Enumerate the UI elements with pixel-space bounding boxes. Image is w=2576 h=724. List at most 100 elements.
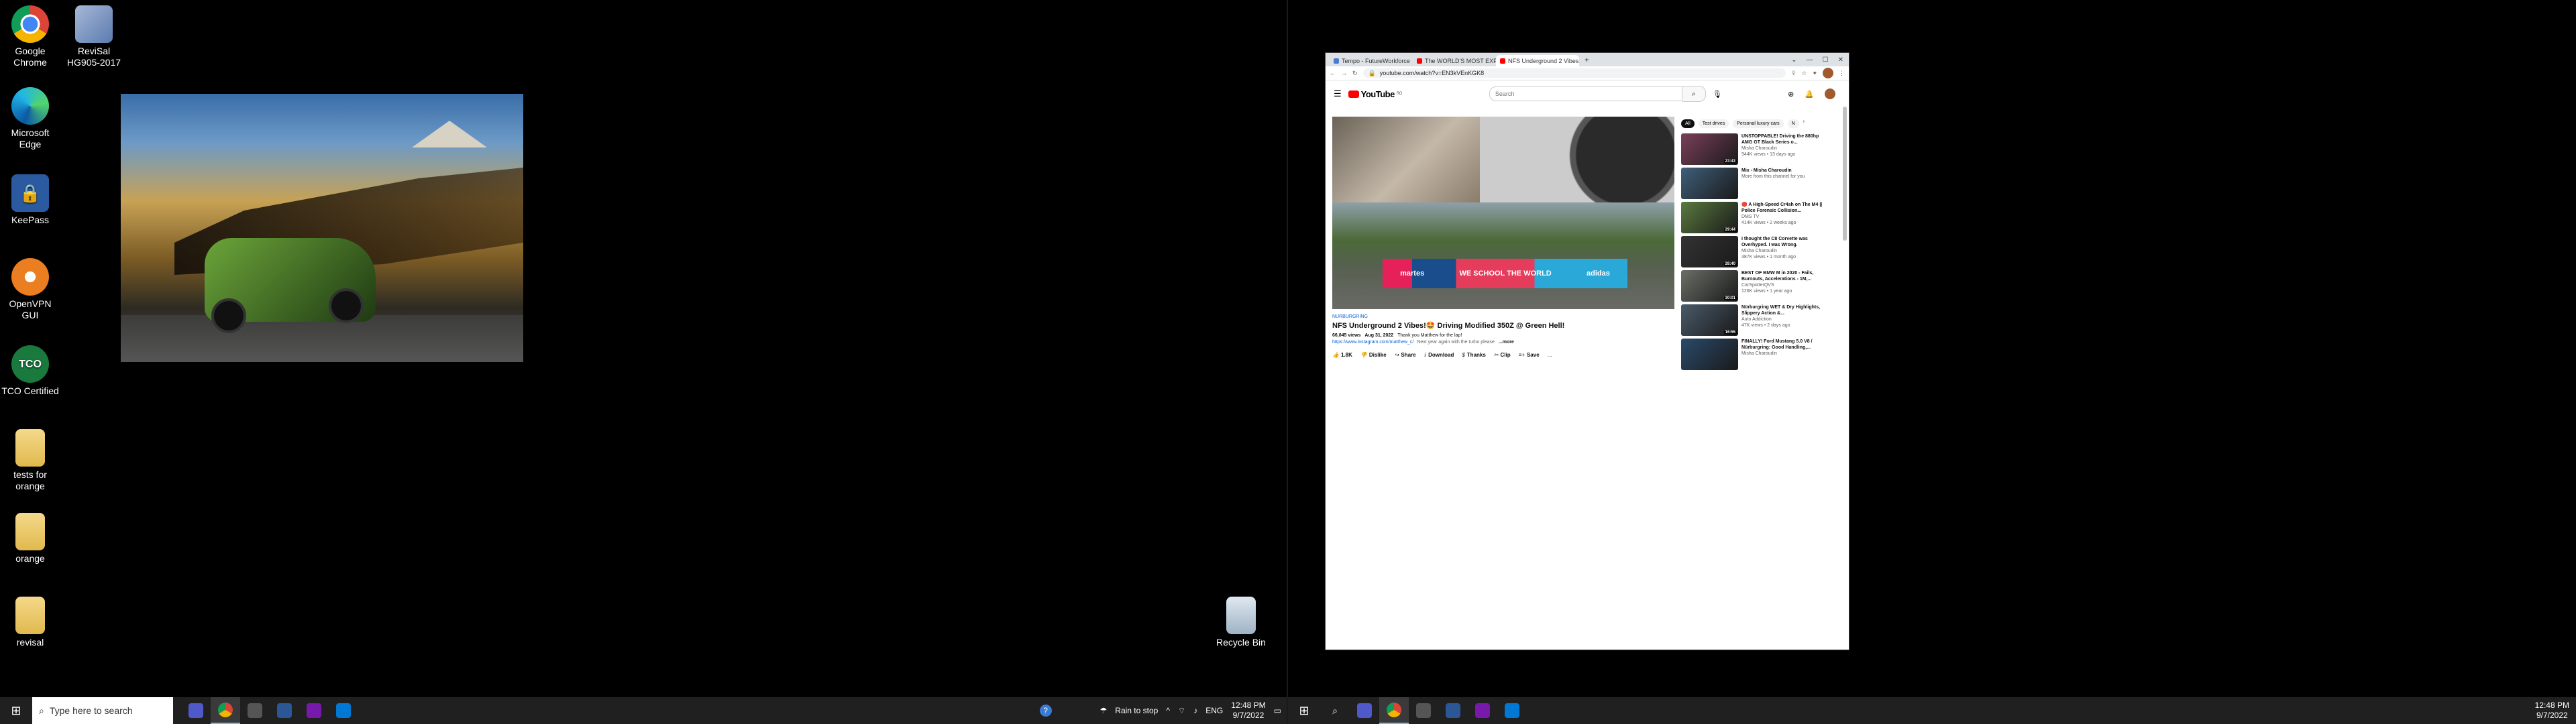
desktop-icon-tests-for-orange[interactable]: tests for orange: [0, 429, 60, 492]
taskbar-onenote[interactable]: [1468, 697, 1497, 724]
chip-all[interactable]: All: [1681, 119, 1695, 128]
search-button[interactable]: ⌕: [1682, 86, 1706, 102]
search-icon: ⌕: [39, 705, 44, 716]
clock[interactable]: 12:48 PM 9/7/2022: [2535, 701, 2569, 721]
desktop-icon-orange[interactable]: orange: [0, 513, 60, 564]
youtube-logo[interactable]: YouTube RO: [1348, 89, 1402, 99]
desktop-icon-revisal[interactable]: revisal: [0, 597, 60, 648]
related-video-thumbnail[interactable]: [1681, 339, 1738, 370]
desktop-icon-openvpn[interactable]: OpenVPN GUI: [0, 258, 60, 321]
taskbar-app[interactable]: [1497, 697, 1527, 724]
thanks-button[interactable]: $ Thanks: [1462, 352, 1485, 358]
weather-icon[interactable]: ☂: [1100, 706, 1108, 715]
related-video-item[interactable]: 28:40 I thought the C8 Corvette was Overh…: [1681, 236, 1829, 270]
close-icon[interactable]: ✕: [1838, 56, 1843, 64]
related-video-thumbnail[interactable]: 16:55: [1681, 304, 1738, 336]
new-tab-button[interactable]: +: [1579, 55, 1595, 66]
microphone-icon[interactable]: 🎙: [1713, 90, 1722, 99]
start-button[interactable]: ⊞: [1288, 697, 1320, 724]
volume-icon[interactable]: ♪: [1193, 706, 1197, 715]
taskbar-onenote[interactable]: [299, 697, 329, 724]
like-button[interactable]: 👍 1.8K: [1332, 352, 1352, 358]
description-link[interactable]: https://www.instagram.com/matthew_c/: [1332, 340, 1413, 345]
related-video-item[interactable]: 23:43 UNSTOPPABLE! Driving the 880hp AMG …: [1681, 133, 1829, 168]
related-video-thumbnail[interactable]: 28:40: [1681, 236, 1738, 267]
taskbar-chrome[interactable]: [211, 697, 240, 724]
related-video-item[interactable]: 30:01 BEST OF BMW M in 2020 - Fails, Burn…: [1681, 270, 1829, 304]
related-video-thumbnail[interactable]: [1681, 168, 1738, 199]
profile-avatar[interactable]: [1823, 68, 1833, 78]
wifi-icon[interactable]: ⌔: [1178, 706, 1185, 716]
minimize-icon[interactable]: —: [1807, 56, 1813, 64]
download-button[interactable]: ⤓ Download: [1424, 351, 1454, 358]
url-field[interactable]: 🔒 youtube.com/watch?v=EN3kVEnKGK8: [1362, 68, 1786, 78]
save-button[interactable]: ≡+ Save: [1519, 352, 1540, 358]
related-video-thumbnail[interactable]: 30:01: [1681, 270, 1738, 302]
desktop-icon-chrome[interactable]: Google Chrome: [0, 5, 60, 68]
help-icon[interactable]: ?: [1039, 705, 1052, 717]
notifications-icon[interactable]: ▭: [1274, 706, 1281, 715]
forward-icon[interactable]: →: [1341, 70, 1347, 76]
tab-tempo[interactable]: Tempo - FutureWorkforce: [1330, 55, 1413, 66]
chip-personal-luxury-cars[interactable]: Personal luxury cars: [1733, 119, 1784, 128]
chip-more[interactable]: N: [1787, 119, 1799, 128]
weather-text[interactable]: Rain to stop: [1115, 706, 1158, 715]
share-button[interactable]: ↪ Share: [1395, 352, 1416, 358]
youtube-search-input[interactable]: [1489, 86, 1682, 101]
taskbar-teams[interactable]: [181, 697, 211, 724]
notifications-bell-icon[interactable]: 🔔: [1805, 90, 1814, 99]
download-label: Download: [1428, 351, 1454, 358]
related-video-item[interactable]: 29:44 🔴 A High-Speed Cr4sh on The M4 || P…: [1681, 202, 1829, 236]
reload-icon[interactable]: ↻: [1352, 70, 1358, 77]
clip-button[interactable]: ✂ Clip: [1494, 352, 1511, 358]
taskbar-word[interactable]: [1438, 697, 1468, 724]
tray-chevron-icon[interactable]: ^: [1166, 706, 1170, 715]
word-icon: [1446, 703, 1460, 718]
share-icon[interactable]: ⇪: [1791, 70, 1796, 77]
tab-youtube-expensive[interactable]: The WORLD'S MOST EXPENSIVE: [1413, 55, 1496, 66]
taskbar-chrome[interactable]: [1379, 697, 1409, 724]
related-video-item[interactable]: 16:55 Nürburgring WET & Dry Highlights, S…: [1681, 304, 1829, 339]
desktop-icon-tco[interactable]: TCO TCO Certified: [0, 345, 60, 397]
related-video-item[interactable]: FINALLY! Ford Mustang 5.0 V8 / Nürburgri…: [1681, 339, 1829, 373]
video-description[interactable]: 66,045 views Aug 31, 2022 Thank you Matt…: [1332, 333, 1674, 346]
extensions-icon[interactable]: ✦: [1812, 70, 1817, 77]
taskbar-search-button[interactable]: ⌕: [1320, 697, 1350, 724]
language-indicator[interactable]: ENG: [1205, 706, 1223, 715]
video-hashtag[interactable]: NURBURGRING: [1332, 314, 1674, 319]
dislike-button[interactable]: 👎 Dislike: [1360, 352, 1387, 358]
related-video-channel: Auto Addiction: [1741, 317, 1772, 322]
star-icon[interactable]: ☆: [1801, 70, 1807, 77]
youtube-header-icons: ⊕ 🔔: [1788, 88, 1841, 99]
menu-kebab-icon[interactable]: ⋮: [1839, 70, 1845, 77]
desktop-icon-revisal-shortcut[interactable]: ReviSal HG905-2017: [64, 5, 124, 68]
related-video-item[interactable]: Mix - Misha Charoudin More from this chan…: [1681, 168, 1829, 202]
related-video-thumbnail[interactable]: 23:43: [1681, 133, 1738, 165]
maximize-icon[interactable]: ☐: [1823, 56, 1829, 64]
taskbar-file-explorer[interactable]: [1409, 697, 1438, 724]
create-video-icon[interactable]: ⊕: [1788, 90, 1794, 99]
chip-test-drives[interactable]: Test drives: [1698, 119, 1729, 128]
desktop-icon-edge[interactable]: Microsoft Edge: [0, 87, 60, 150]
taskbar-search[interactable]: ⌕ Type here to search: [32, 697, 173, 724]
youtube-avatar[interactable]: [1825, 88, 1835, 99]
more-actions-button[interactable]: ...: [1548, 352, 1552, 358]
taskbar-app[interactable]: [329, 697, 358, 724]
taskbar-file-explorer[interactable]: [240, 697, 270, 724]
related-video-meta: 414K views • 2 weeks ago: [1741, 221, 1796, 225]
start-button[interactable]: ⊞: [0, 697, 32, 724]
back-icon[interactable]: ←: [1330, 70, 1336, 76]
chevron-down-icon[interactable]: ⌄: [1791, 56, 1796, 64]
desktop-icon-keepass[interactable]: 🔒 KeePass: [0, 174, 60, 226]
desktop-icon-recycle-bin[interactable]: Recycle Bin: [1211, 597, 1271, 648]
clock[interactable]: 12:48 PM 9/7/2022: [1231, 701, 1265, 721]
description-more[interactable]: ...more: [1499, 340, 1514, 345]
related-video-thumbnail[interactable]: 29:44: [1681, 202, 1738, 233]
page-scrollbar[interactable]: [1843, 107, 1847, 241]
hamburger-menu-icon[interactable]: ☰: [1334, 88, 1342, 99]
chevron-right-icon[interactable]: ›: [1803, 119, 1805, 128]
taskbar-teams[interactable]: [1350, 697, 1379, 724]
tab-youtube-nfs[interactable]: NFS Underground 2 Vibes!: [1496, 55, 1579, 66]
taskbar-word[interactable]: [270, 697, 299, 724]
video-player[interactable]: martes WE SCHOOL THE WORLD adidas: [1332, 117, 1674, 309]
